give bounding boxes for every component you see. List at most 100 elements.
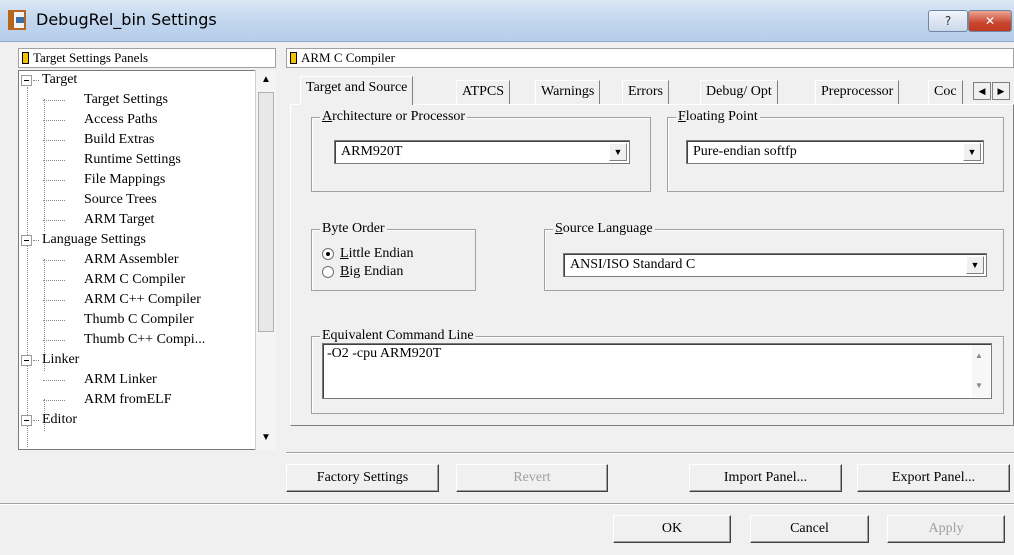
- tree-scrollbar[interactable]: ▲ ▼: [255, 70, 276, 450]
- tree-connector: [33, 420, 39, 421]
- ok-button[interactable]: OK: [613, 515, 731, 543]
- tab-right-arrow-icon[interactable]: ▶: [992, 82, 1010, 100]
- import-panel-button[interactable]: Import Panel...: [689, 464, 842, 492]
- panel-marker-icon: [290, 52, 297, 64]
- tab-code[interactable]: Coc: [928, 80, 963, 104]
- tree-item[interactable]: Thumb C++ Compi...: [18, 330, 256, 350]
- tree-item[interactable]: Source Trees: [18, 190, 256, 210]
- tree-item[interactable]: Access Paths: [18, 110, 256, 130]
- source-language-value: ANSI/ISO Standard C: [570, 257, 696, 272]
- tree-connector: [43, 340, 65, 341]
- cancel-button[interactable]: Cancel: [750, 515, 869, 543]
- collapse-icon[interactable]: [21, 355, 32, 366]
- tree-connector: [43, 180, 65, 181]
- radio-selected-icon: [322, 248, 334, 260]
- tab-target-and-source[interactable]: Target and Source: [300, 76, 414, 105]
- tree-connector: [43, 400, 65, 401]
- tab-errors[interactable]: Errors: [622, 80, 669, 104]
- tree-item[interactable]: Build Extras: [18, 130, 256, 150]
- tree-item-label: Build Extras: [84, 132, 155, 147]
- tree-connector: [43, 280, 65, 281]
- tab-warnings[interactable]: Warnings: [535, 80, 601, 104]
- tree-connector: [43, 100, 65, 101]
- floating-point-select[interactable]: Pure-endian softfp ▼: [686, 140, 984, 164]
- tree-item-label: ARM C++ Compiler: [84, 292, 201, 307]
- tree-group-node[interactable]: Editor: [18, 410, 256, 430]
- tree-item[interactable]: File Mappings: [18, 170, 256, 190]
- tab-left-arrow-icon[interactable]: ◀: [973, 82, 991, 100]
- tree-item[interactable]: Thumb C Compiler: [18, 310, 256, 330]
- tab-scroll-arrows: ◀ ▶: [973, 82, 1014, 102]
- tab-debug-opt[interactable]: Debug/ Opt: [700, 80, 778, 104]
- collapse-icon[interactable]: [21, 415, 32, 426]
- close-button[interactable]: ✕: [968, 10, 1012, 32]
- panel-header-label: ARM C Compiler: [301, 50, 395, 65]
- divider: [286, 452, 1014, 454]
- tree-item[interactable]: ARM Assembler: [18, 250, 256, 270]
- tree-item-label: File Mappings: [84, 172, 166, 187]
- tree-connector: [43, 300, 65, 301]
- command-line-legend: Equivalent Command Line: [320, 328, 476, 344]
- radio-unselected-icon: [322, 266, 334, 278]
- tree-connector: [43, 260, 65, 261]
- export-panel-button[interactable]: Export Panel...: [857, 464, 1010, 492]
- tree-item[interactable]: Target Settings: [18, 90, 256, 110]
- tree-connector: [33, 240, 39, 241]
- scroll-up-arrow-icon[interactable]: ▲: [258, 72, 274, 88]
- title-bar: DebugRel_bin Settings ? ✕: [0, 0, 1014, 42]
- chevron-down-icon[interactable]: ▼: [966, 256, 984, 274]
- tree-item-label: Access Paths: [84, 112, 158, 127]
- chevron-down-icon[interactable]: ▼: [963, 143, 981, 161]
- tree-item[interactable]: ARM Linker: [18, 370, 256, 390]
- app-icon: [8, 10, 26, 30]
- scroll-thumb[interactable]: [258, 92, 274, 332]
- tree-item-label: Target: [42, 72, 78, 87]
- tree-connector: [43, 120, 65, 121]
- apply-button[interactable]: Apply: [887, 515, 1005, 543]
- command-line-field[interactable]: -O2 -cpu ARM920T ▲ ▼: [322, 343, 992, 399]
- architecture-select[interactable]: ARM920T ▼: [334, 140, 630, 164]
- tree-item-label: ARM Linker: [84, 372, 157, 387]
- tree-connector: [33, 360, 39, 361]
- collapse-icon[interactable]: [21, 75, 32, 86]
- tree-item[interactable]: ARM C Compiler: [18, 270, 256, 290]
- factory-settings-button[interactable]: Factory Settings: [286, 464, 439, 492]
- tree-item-label: Thumb C++ Compi...: [84, 332, 206, 347]
- revert-button[interactable]: Revert: [456, 464, 608, 492]
- tree-connector: [43, 320, 65, 321]
- panel-header: ARM C Compiler: [286, 48, 1014, 68]
- architecture-value: ARM920T: [341, 144, 403, 159]
- tree-item-label: Linker: [42, 352, 80, 367]
- big-endian-radio[interactable]: Big Endian: [322, 264, 403, 280]
- scroll-up-arrow-icon[interactable]: ▲: [975, 351, 983, 360]
- help-button[interactable]: ?: [928, 10, 968, 32]
- tree-item[interactable]: ARM Target: [18, 210, 256, 230]
- source-language-select[interactable]: ANSI/ISO Standard C ▼: [563, 253, 987, 277]
- tree-connector: [43, 160, 65, 161]
- little-endian-radio[interactable]: Little Endian: [322, 246, 414, 262]
- tree-item[interactable]: ARM C++ Compiler: [18, 290, 256, 310]
- byte-order-legend: Byte Order: [320, 221, 387, 237]
- tab-atpcs[interactable]: ATPCS: [456, 80, 511, 104]
- tree-group-node[interactable]: Linker: [18, 350, 256, 370]
- source-language-legend: Source Language: [553, 221, 655, 237]
- tree-connector: [33, 80, 39, 81]
- tab-preprocessor[interactable]: Preprocessor: [815, 80, 900, 104]
- tree-item-label: Editor: [42, 412, 77, 427]
- scroll-down-arrow-icon[interactable]: ▼: [258, 430, 274, 446]
- floating-point-legend: Floating Point: [676, 109, 760, 125]
- tree-group-node[interactable]: Target: [18, 70, 256, 90]
- scroll-down-arrow-icon[interactable]: ▼: [975, 381, 983, 390]
- chevron-down-icon[interactable]: ▼: [609, 143, 627, 161]
- collapse-icon[interactable]: [21, 235, 32, 246]
- tree-item[interactable]: Runtime Settings: [18, 150, 256, 170]
- window-title: DebugRel_bin Settings: [36, 10, 217, 29]
- tree-rows: Target Target Settings Access Paths Build E…: [18, 70, 256, 450]
- tree-item-label: Source Trees: [84, 192, 157, 207]
- tree-connector: [43, 380, 65, 381]
- tree-group-node[interactable]: Language Settings: [18, 230, 256, 250]
- tree-item[interactable]: ARM fromELF: [18, 390, 256, 410]
- command-line-value: -O2 -cpu ARM920T: [327, 346, 442, 361]
- tree-item-label: ARM C Compiler: [84, 272, 186, 287]
- command-line-scrollbar[interactable]: ▲ ▼: [972, 345, 990, 397]
